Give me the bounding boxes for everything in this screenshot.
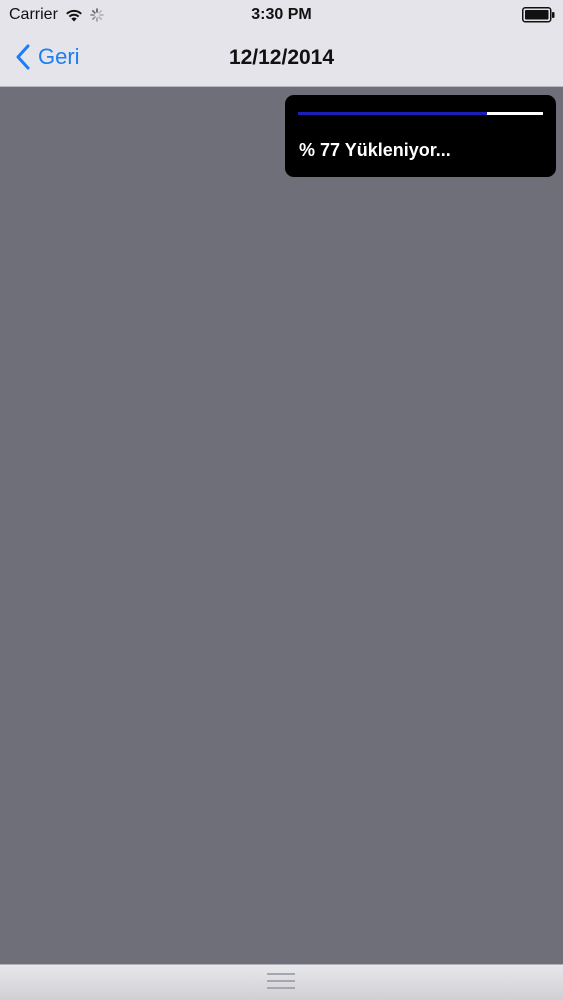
progress-bar (298, 112, 543, 115)
bottom-toolbar (0, 964, 563, 1000)
status-time: 3:30 PM (251, 6, 312, 23)
page-title: 12/12/2014 (228, 46, 335, 69)
top-bar: Carrier 3:30 PM Geri 12/12/2014 (0, 0, 563, 87)
navigation-bar: Geri 12/12/2014 (0, 30, 563, 86)
grab-handle-icon[interactable] (267, 973, 295, 991)
battery-icon (522, 7, 555, 23)
loading-hud: % 77 Yükleniyor... (285, 95, 556, 177)
loading-status-text: % 77 Yükleniyor... (299, 140, 451, 160)
status-bar: Carrier 3:30 PM (0, 0, 563, 30)
progress-bar-fill (298, 112, 487, 115)
content-area (0, 87, 563, 964)
